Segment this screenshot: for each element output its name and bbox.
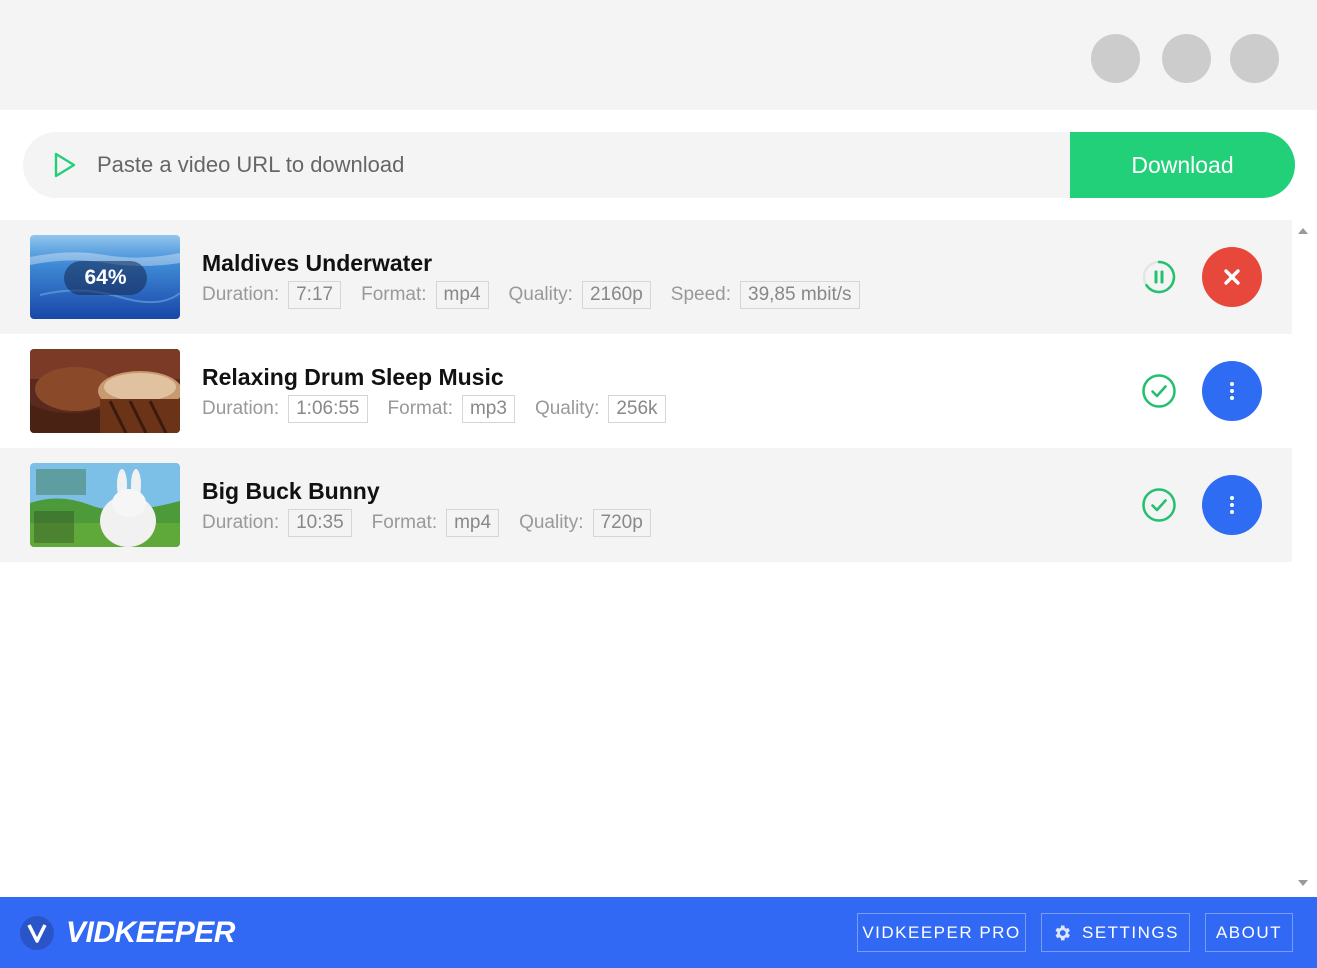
duration-value: 10:35 — [288, 509, 352, 537]
check-circle-icon — [1142, 374, 1176, 408]
duration-value: 7:17 — [288, 281, 342, 309]
url-bar: Download — [23, 132, 1295, 198]
scroll-up-arrow[interactable] — [1298, 228, 1308, 234]
download-row: Relaxing Drum Sleep Music Duration: 1:06… — [0, 334, 1292, 448]
speed-label: Speed: — [670, 284, 732, 305]
video-thumbnail: 64% — [30, 235, 180, 319]
format-value: mp3 — [461, 395, 515, 423]
logo-text: VIDKEEPER — [66, 916, 235, 949]
format-label: Format: — [361, 284, 427, 305]
about-button[interactable]: ABOUT — [1205, 913, 1293, 952]
duration-label: Duration: — [202, 512, 280, 533]
settings-button[interactable]: SETTINGS — [1041, 913, 1190, 952]
settings-label: SETTINGS — [1081, 922, 1179, 942]
video-title: Maldives Underwater — [202, 250, 433, 276]
close-icon — [1224, 269, 1240, 285]
title-bar — [0, 0, 1317, 110]
format-label: Format: — [371, 512, 438, 533]
downloads-list: 64% Maldives Underwater Duration: 7:17 F… — [0, 220, 1292, 562]
quality-value: 256k — [608, 395, 666, 423]
duration-label: Duration: — [202, 284, 280, 305]
format-value: mp4 — [446, 509, 500, 537]
quality-label: Quality: — [508, 284, 573, 305]
progress-badge: 64% — [64, 261, 147, 295]
quality-value: 2160p — [581, 281, 651, 309]
video-meta: Duration: 10:35 Format: mp4 Quality: 720… — [202, 508, 671, 538]
url-input[interactable] — [97, 132, 1057, 198]
quality-value: 720p — [592, 509, 651, 537]
window-maximize-button[interactable] — [1162, 34, 1211, 83]
video-thumbnail — [30, 349, 180, 433]
logo-icon — [20, 916, 54, 950]
video-title: Relaxing Drum Sleep Music — [202, 364, 504, 390]
duration-value: 1:06:55 — [288, 395, 368, 423]
quality-label: Quality: — [519, 512, 584, 533]
download-row: 64% Maldives Underwater Duration: 7:17 F… — [0, 220, 1292, 334]
footer-bar: VIDKEEPER VIDKEEPER PRO SETTINGS ABOUT — [0, 897, 1317, 968]
video-title: Big Buck Bunny — [202, 478, 380, 504]
check-circle-icon — [1142, 488, 1176, 522]
gear-icon — [1055, 925, 1070, 940]
format-label: Format: — [387, 398, 453, 419]
download-button[interactable]: Download — [1070, 132, 1295, 198]
duration-label: Duration: — [202, 398, 280, 419]
speed-value: 39,85 mbit/s — [740, 281, 860, 309]
video-meta: Duration: 1:06:55 Format: mp3 Quality: 2… — [202, 394, 686, 424]
more-options-button[interactable] — [1202, 361, 1262, 421]
more-vertical-icon — [1230, 382, 1234, 400]
cancel-download-button[interactable] — [1202, 247, 1262, 307]
video-thumbnail — [30, 463, 180, 547]
quality-label: Quality: — [534, 398, 600, 419]
window-close-button[interactable] — [1230, 34, 1279, 83]
play-icon — [54, 152, 76, 178]
vidkeeper-pro-button[interactable]: VIDKEEPER PRO — [857, 913, 1026, 952]
download-row: Big Buck Bunny Duration: 10:35 Format: m… — [0, 448, 1292, 562]
format-value: mp4 — [435, 281, 489, 309]
pause-icon[interactable] — [1141, 259, 1177, 295]
video-meta: Duration: 7:17 Format: mp4 Quality: 2160… — [202, 280, 880, 310]
scroll-down-arrow[interactable] — [1298, 880, 1308, 886]
app-logo: VIDKEEPER — [20, 915, 235, 951]
more-options-button[interactable] — [1202, 475, 1262, 535]
window-minimize-button[interactable] — [1091, 34, 1140, 83]
more-vertical-icon — [1230, 496, 1234, 514]
